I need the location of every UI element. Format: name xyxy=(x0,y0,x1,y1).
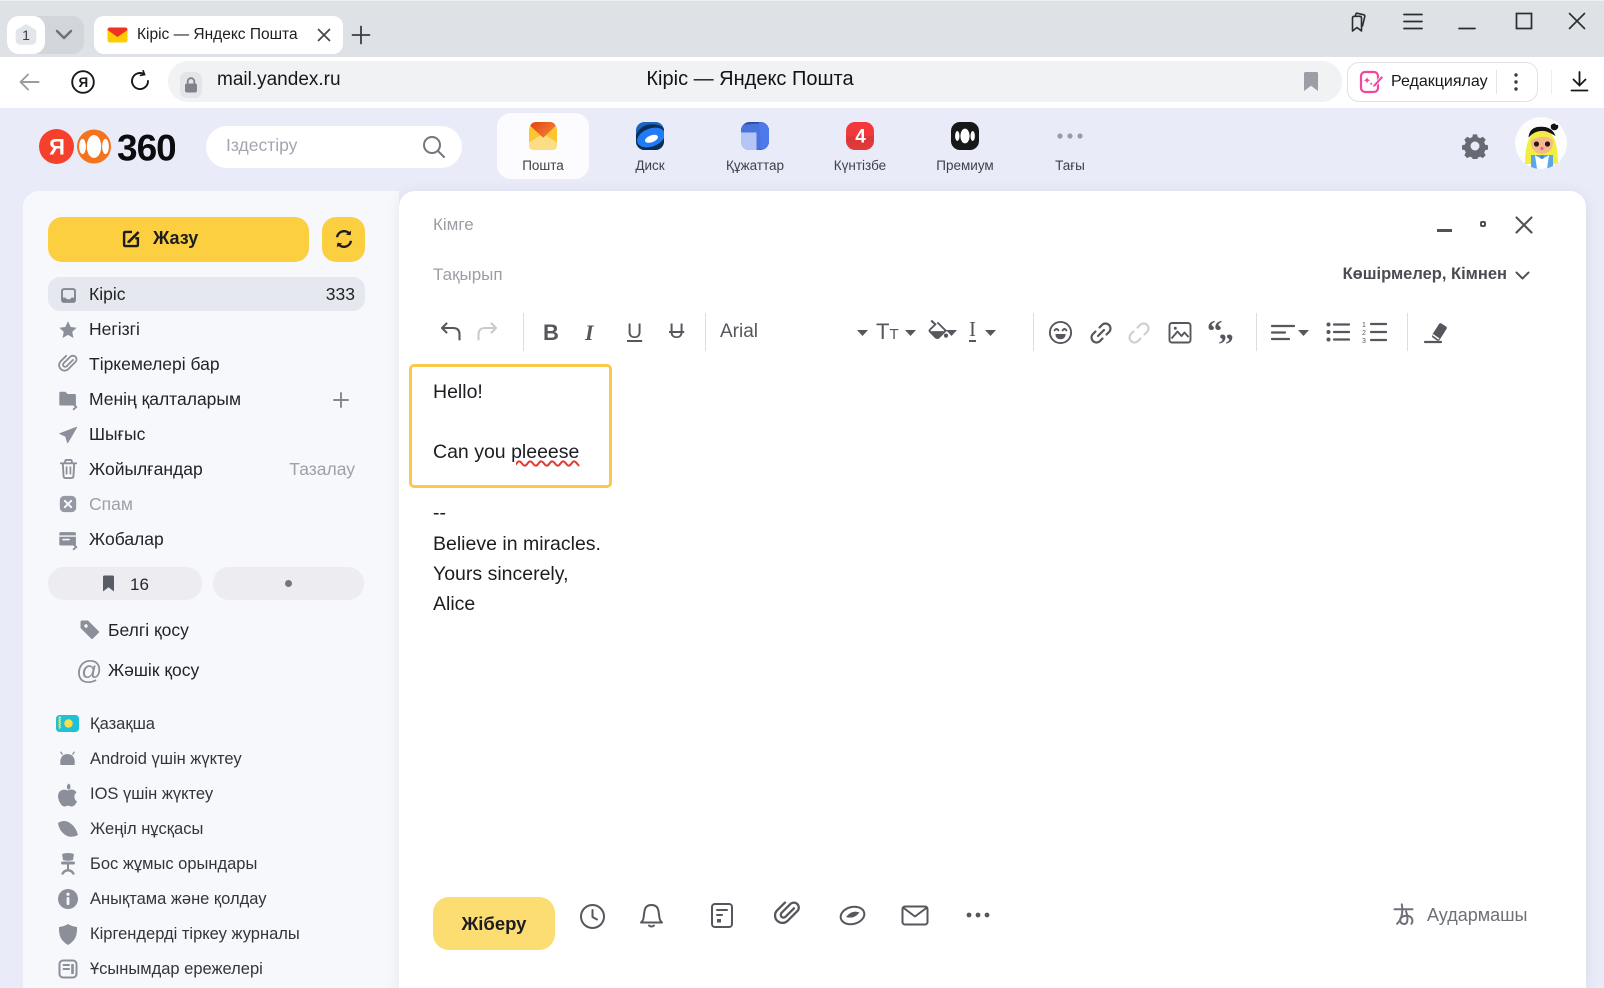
svg-text:1: 1 xyxy=(22,27,30,43)
svg-text:360: 360 xyxy=(117,129,175,169)
svg-text:Я: Я xyxy=(49,135,65,160)
svg-text:1: 1 xyxy=(1362,322,1366,329)
svg-text:Я: Я xyxy=(78,75,88,90)
svg-text:3: 3 xyxy=(1362,338,1366,343)
svg-text:4: 4 xyxy=(855,127,866,148)
svg-text:2: 2 xyxy=(1362,330,1366,337)
